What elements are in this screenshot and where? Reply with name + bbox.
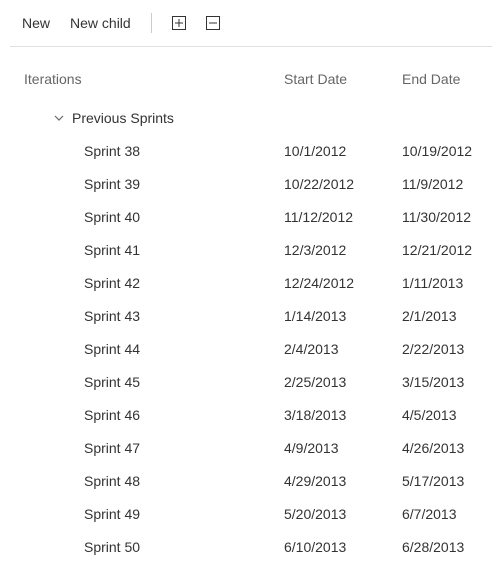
iteration-start-date: 6/10/2013 xyxy=(284,539,402,555)
iteration-name: Sprint 43 xyxy=(24,308,284,324)
iteration-end-date: 11/9/2012 xyxy=(402,176,498,192)
iteration-start-date: 1/14/2013 xyxy=(284,308,402,324)
toolbar: New New child xyxy=(4,0,498,46)
table-row[interactable]: Sprint 4011/12/201211/30/2012 xyxy=(4,200,498,233)
iteration-start-date: 5/20/2013 xyxy=(284,506,402,522)
table-row[interactable]: Sprint 3910/22/201211/9/2012 xyxy=(4,167,498,200)
table-row[interactable]: Sprint 506/10/20136/28/2013 xyxy=(4,530,498,563)
iteration-name: Sprint 47 xyxy=(24,440,284,456)
iteration-end-date: 1/11/2013 xyxy=(402,275,498,291)
iteration-name: Sprint 50 xyxy=(24,539,284,555)
table-header: Iterations Start Date End Date xyxy=(4,57,498,101)
iteration-end-date: 3/15/2013 xyxy=(402,374,498,390)
minus-box-icon xyxy=(206,16,220,30)
iteration-start-date: 12/24/2012 xyxy=(284,275,402,291)
iteration-end-date: 5/17/2013 xyxy=(402,473,498,489)
iteration-name: Sprint 49 xyxy=(24,506,284,522)
iteration-start-date: 2/25/2013 xyxy=(284,374,402,390)
table-row[interactable]: Sprint 474/9/20134/26/2013 xyxy=(4,431,498,464)
iteration-name: Sprint 40 xyxy=(24,209,284,225)
new-child-button[interactable]: New child xyxy=(68,11,133,35)
column-header-end-date[interactable]: End Date xyxy=(402,71,498,87)
iteration-start-date: 2/4/2013 xyxy=(284,341,402,357)
iteration-name: Sprint 42 xyxy=(24,275,284,291)
iteration-end-date: 4/5/2013 xyxy=(402,407,498,423)
table-row[interactable]: Sprint 484/29/20135/17/2013 xyxy=(4,464,498,497)
iteration-start-date: 10/22/2012 xyxy=(284,176,402,192)
iteration-end-date: 4/26/2013 xyxy=(402,440,498,456)
new-button[interactable]: New xyxy=(20,11,52,35)
table-row[interactable]: Sprint 431/14/20132/1/2013 xyxy=(4,299,498,332)
iteration-start-date: 4/29/2013 xyxy=(284,473,402,489)
iteration-end-date: 2/1/2013 xyxy=(402,308,498,324)
iteration-start-date: 11/12/2012 xyxy=(284,209,402,225)
group-row-previous-sprints[interactable]: Previous Sprints xyxy=(4,101,498,134)
iteration-name: Sprint 39 xyxy=(24,176,284,192)
table-row[interactable]: Sprint 4212/24/20121/11/2013 xyxy=(4,266,498,299)
table-row[interactable]: Sprint 452/25/20133/15/2013 xyxy=(4,365,498,398)
iteration-start-date: 10/1/2012 xyxy=(284,143,402,159)
iteration-name: Sprint 48 xyxy=(24,473,284,489)
table-row[interactable]: Sprint 3810/1/201210/19/2012 xyxy=(4,134,498,167)
toolbar-separator xyxy=(151,13,152,33)
iteration-end-date: 2/22/2013 xyxy=(402,341,498,357)
group-label: Previous Sprints xyxy=(72,110,174,126)
iteration-start-date: 3/18/2013 xyxy=(284,407,402,423)
iterations-table: Iterations Start Date End Date Previous … xyxy=(4,47,498,563)
iteration-name: Sprint 41 xyxy=(24,242,284,258)
table-row[interactable]: Sprint 4112/3/201212/21/2012 xyxy=(4,233,498,266)
chevron-down-icon xyxy=(54,113,64,123)
iteration-start-date: 12/3/2012 xyxy=(284,242,402,258)
iteration-name: Sprint 44 xyxy=(24,341,284,357)
table-row[interactable]: Sprint 442/4/20132/22/2013 xyxy=(4,332,498,365)
column-header-iterations[interactable]: Iterations xyxy=(24,71,284,87)
iteration-name: Sprint 38 xyxy=(24,143,284,159)
column-header-start-date[interactable]: Start Date xyxy=(284,71,402,87)
iteration-start-date: 4/9/2013 xyxy=(284,440,402,456)
iteration-end-date: 11/30/2012 xyxy=(402,209,498,225)
iteration-end-date: 6/7/2013 xyxy=(402,506,498,522)
iteration-name: Sprint 45 xyxy=(24,374,284,390)
table-row[interactable]: Sprint 463/18/20134/5/2013 xyxy=(4,398,498,431)
plus-box-icon xyxy=(172,16,186,30)
iteration-end-date: 10/19/2012 xyxy=(402,143,498,159)
iteration-name: Sprint 46 xyxy=(24,407,284,423)
iteration-end-date: 12/21/2012 xyxy=(402,242,498,258)
expand-all-button[interactable] xyxy=(170,14,188,32)
table-row[interactable]: Sprint 495/20/20136/7/2013 xyxy=(4,497,498,530)
collapse-all-button[interactable] xyxy=(204,14,222,32)
iteration-end-date: 6/28/2013 xyxy=(402,539,498,555)
